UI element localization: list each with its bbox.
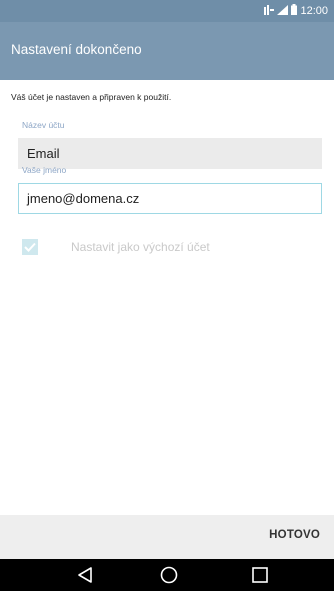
your-name-field[interactable]: jmeno@domena.cz — [18, 183, 322, 214]
recent-apps-icon — [252, 567, 268, 583]
status-time: 12:00 — [300, 5, 328, 17]
page-title: Nastavení dokončeno — [11, 42, 142, 57]
recent-apps-button[interactable] — [250, 565, 270, 585]
status-bar: 12:00 — [0, 0, 334, 22]
battery-icon — [291, 2, 298, 20]
navigation-bar — [0, 559, 334, 591]
checkmark-icon — [24, 242, 36, 252]
home-button[interactable] — [159, 565, 179, 585]
done-button[interactable]: HOTOVO — [269, 529, 320, 541]
status-icons: 12:00 — [264, 4, 328, 18]
default-account-row[interactable]: Nastavit jako výchozí účet — [22, 238, 210, 256]
setup-description: Váš účet je nastaven a připraven k použi… — [11, 92, 172, 102]
network-type-icon — [264, 2, 275, 20]
action-bar: HOTOVO — [0, 515, 334, 559]
signal-icon — [277, 2, 289, 20]
default-account-checkbox[interactable] — [22, 239, 38, 255]
back-icon — [78, 567, 92, 583]
app-bar: Nastavení dokončeno — [0, 22, 334, 80]
default-account-label: Nastavit jako výchozí účet — [71, 240, 210, 254]
back-button[interactable] — [76, 565, 96, 585]
your-name-label: Vaše jméno — [22, 165, 67, 175]
home-icon — [160, 566, 178, 584]
account-name-label: Název účtu — [22, 120, 65, 130]
